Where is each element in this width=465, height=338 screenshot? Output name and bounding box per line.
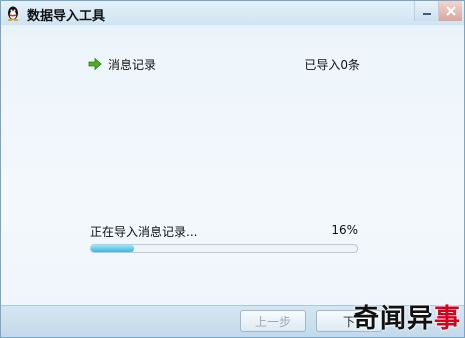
step-label: 消息记录 [108,58,157,72]
previous-button[interactable]: 上一步 [240,310,306,332]
progress-bar [90,244,358,253]
imported-count: 已导入0条 [304,58,360,72]
app-window: 数据导入工具 消息记录 已导入0条 正在导入消息记录... 16% [0,0,465,338]
minimize-button[interactable] [414,1,438,21]
green-arrow-icon [88,57,102,71]
close-icon [445,6,456,16]
import-step-row: 消息记录 已导入0条 [88,56,360,72]
window-controls [414,1,462,21]
watermark-text: 奇闻异 [352,304,434,334]
watermark-accent: 事 [433,304,461,334]
title-bar[interactable]: 数据导入工具 [1,1,464,25]
qq-penguin-icon [7,6,19,21]
progress-percent: 16% [331,223,358,237]
status-text: 正在导入消息记录... [90,225,198,239]
window-title: 数据导入工具 [27,9,106,24]
close-button[interactable] [438,1,462,21]
progress-fill [91,245,134,252]
minimize-icon [422,13,431,15]
status-row: 正在导入消息记录... 16% [90,223,358,239]
watermark: 奇闻异事 [353,298,461,335]
